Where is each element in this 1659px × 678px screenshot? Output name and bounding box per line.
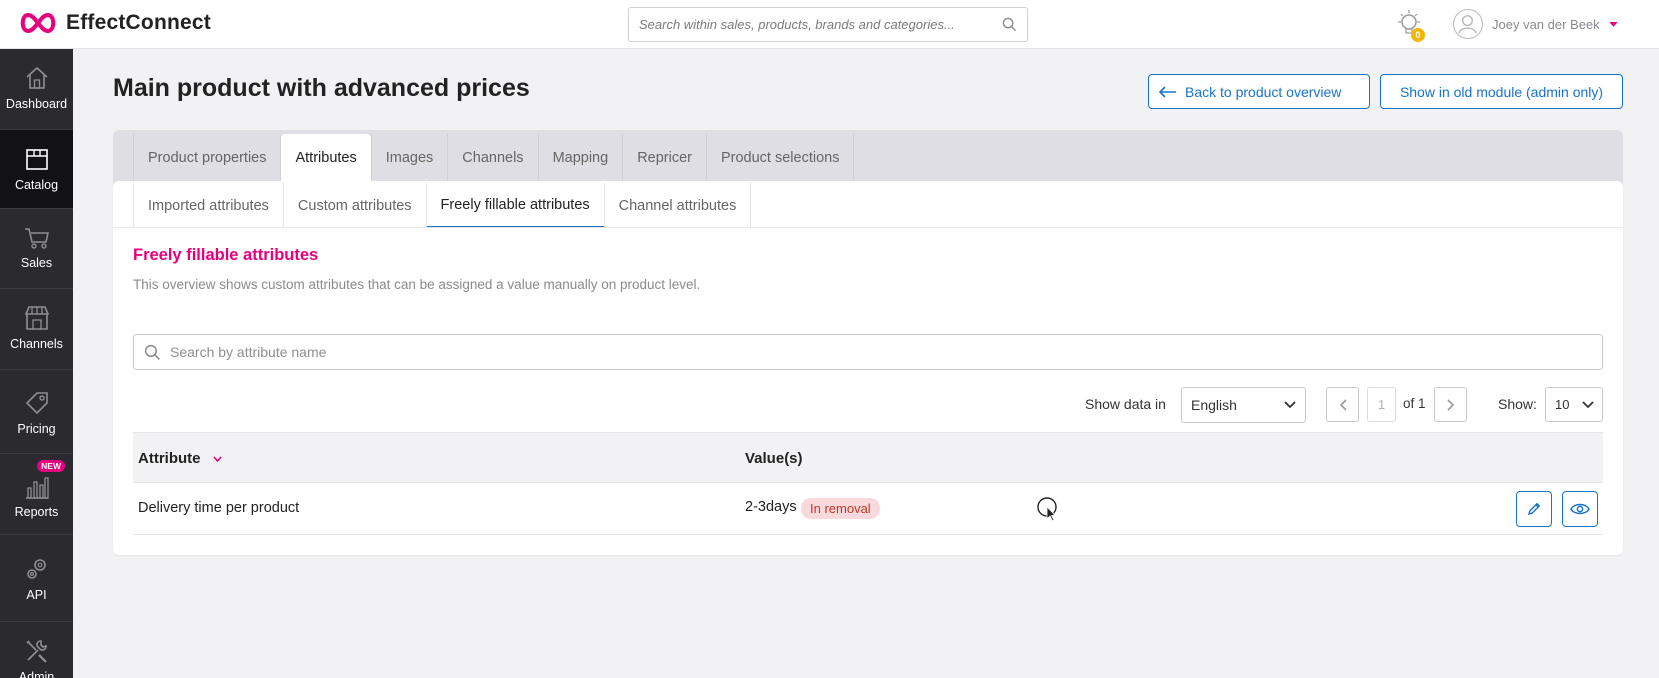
cart-icon bbox=[24, 228, 49, 249]
column-header-attribute[interactable]: Attribute bbox=[138, 450, 222, 467]
search-icon[interactable] bbox=[1002, 17, 1017, 32]
arrow-left-icon bbox=[1159, 85, 1176, 98]
attribute-search-input[interactable] bbox=[170, 335, 1590, 369]
sidebar-item-label: Dashboard bbox=[5, 97, 68, 111]
sidebar-item-api[interactable]: API bbox=[0, 535, 73, 622]
table-header: Attribute Value(s) bbox=[133, 432, 1603, 483]
tab-imported-attributes[interactable]: Imported attributes bbox=[133, 183, 283, 228]
brand-name: EffectConnect bbox=[66, 11, 211, 34]
table-row: Delivery time per product 2-3days In rem… bbox=[133, 483, 1603, 535]
tab-channels[interactable]: Channels bbox=[447, 134, 537, 181]
mouse-cursor-icon bbox=[1037, 497, 1057, 522]
sidebar-item-label: Reports bbox=[14, 505, 59, 519]
tab-repricer[interactable]: Repricer bbox=[622, 134, 706, 181]
language-select[interactable]: English bbox=[1181, 387, 1306, 423]
infinity-logo-icon bbox=[20, 12, 56, 34]
back-button-label: Back to product overview bbox=[1185, 83, 1342, 100]
tab-custom-attributes[interactable]: Custom attributes bbox=[282, 183, 426, 228]
sort-down-icon bbox=[212, 455, 222, 462]
sidebar-item-label: Pricing bbox=[17, 422, 56, 436]
sidebar-item-dashboard[interactable]: Dashboard bbox=[0, 49, 73, 130]
new-badge: NEW bbox=[37, 460, 65, 472]
sidebar-item-reports[interactable]: NEW Reports bbox=[0, 454, 73, 535]
tab-attributes[interactable]: Attributes bbox=[280, 134, 371, 181]
sidebar-item-catalog[interactable]: Catalog bbox=[0, 130, 73, 209]
store-icon bbox=[24, 306, 49, 330]
eye-icon bbox=[1570, 503, 1590, 515]
old-module-button-label: Show in old module (admin only) bbox=[1399, 83, 1604, 100]
tag-icon bbox=[25, 392, 48, 415]
global-search-input[interactable] bbox=[629, 8, 989, 41]
page-of-label: of 1 bbox=[1403, 396, 1426, 411]
page-title: Main product with advanced prices bbox=[113, 74, 530, 102]
column-header-label: Attribute bbox=[138, 450, 201, 467]
sidebar-item-label: Catalog bbox=[14, 178, 59, 192]
user-icon bbox=[1458, 15, 1477, 34]
tab-images[interactable]: Images bbox=[370, 134, 448, 181]
chevron-down-icon bbox=[1582, 401, 1594, 409]
tab-product-properties[interactable]: Product properties bbox=[133, 134, 280, 181]
language-value: English bbox=[1191, 397, 1237, 413]
tab-freely-fillable-attributes[interactable]: Freely fillable attributes bbox=[425, 183, 604, 228]
sidebar-item-label: Admin bbox=[18, 670, 55, 678]
page-size-select[interactable]: 10 bbox=[1545, 387, 1603, 422]
pencil-icon bbox=[1528, 502, 1541, 515]
tools-icon bbox=[25, 640, 47, 663]
show-data-in-label: Show data in bbox=[1085, 396, 1166, 412]
bar-chart-icon bbox=[25, 477, 49, 499]
section-description: This overview shows custom attributes th… bbox=[133, 277, 701, 292]
sub-tabs: Imported attributes Custom attributes Fr… bbox=[133, 183, 752, 228]
chevron-left-icon bbox=[1339, 398, 1347, 411]
page-size-value: 10 bbox=[1555, 397, 1570, 412]
section-title: Freely fillable attributes bbox=[133, 246, 319, 264]
sidebar-item-admin[interactable]: Admin bbox=[0, 622, 73, 678]
value-cell: 2-3days bbox=[745, 499, 797, 515]
user-name: Joey van der Beek bbox=[1492, 16, 1600, 32]
chevron-down-icon bbox=[1609, 21, 1618, 27]
prev-page-button[interactable] bbox=[1326, 387, 1359, 422]
edit-button[interactable] bbox=[1516, 491, 1552, 527]
notification-badge: 0 bbox=[1411, 28, 1425, 42]
gears-icon bbox=[26, 559, 46, 579]
tab-mapping[interactable]: Mapping bbox=[537, 134, 623, 181]
chevron-down-icon bbox=[1284, 401, 1296, 409]
tab-channel-attributes[interactable]: Channel attributes bbox=[603, 183, 752, 228]
tab-product-selections[interactable]: Product selections bbox=[705, 134, 855, 181]
global-search[interactable] bbox=[628, 7, 1028, 42]
status-badge: In removal bbox=[801, 498, 880, 519]
next-page-button[interactable] bbox=[1434, 387, 1467, 422]
box-icon bbox=[25, 149, 48, 170]
top-bar: EffectConnect 0 Joey van der Beek bbox=[0, 0, 1659, 49]
sidebar-item-pricing[interactable]: Pricing bbox=[0, 370, 73, 454]
chevron-right-icon bbox=[1446, 398, 1454, 411]
avatar bbox=[1453, 9, 1483, 39]
show-label: Show: bbox=[1498, 396, 1537, 412]
show-old-module-button[interactable]: Show in old module (admin only) bbox=[1380, 74, 1623, 109]
sidebar: Dashboard Catalog Sales Channels Pricing… bbox=[0, 49, 73, 678]
main-tabs: Product properties Attributes Images Cha… bbox=[133, 134, 855, 181]
sidebar-item-label: Channels bbox=[10, 337, 63, 351]
current-page[interactable]: 1 bbox=[1367, 387, 1396, 422]
attribute-search[interactable] bbox=[133, 334, 1603, 370]
sidebar-item-sales[interactable]: Sales bbox=[0, 209, 73, 289]
back-to-overview-button[interactable]: Back to product overview bbox=[1148, 74, 1370, 109]
logo[interactable]: EffectConnect bbox=[18, 11, 211, 35]
user-menu[interactable]: Joey van der Beek bbox=[1453, 9, 1618, 39]
sidebar-item-label: API bbox=[26, 588, 47, 602]
divider bbox=[113, 227, 1623, 228]
attribute-cell: Delivery time per product bbox=[138, 500, 300, 516]
sidebar-item-label: Sales bbox=[20, 256, 53, 270]
view-button[interactable] bbox=[1562, 491, 1598, 527]
column-header-values: Value(s) bbox=[745, 450, 803, 467]
sidebar-item-channels[interactable]: Channels bbox=[0, 289, 73, 370]
search-icon bbox=[144, 344, 160, 360]
house-icon bbox=[25, 66, 48, 89]
